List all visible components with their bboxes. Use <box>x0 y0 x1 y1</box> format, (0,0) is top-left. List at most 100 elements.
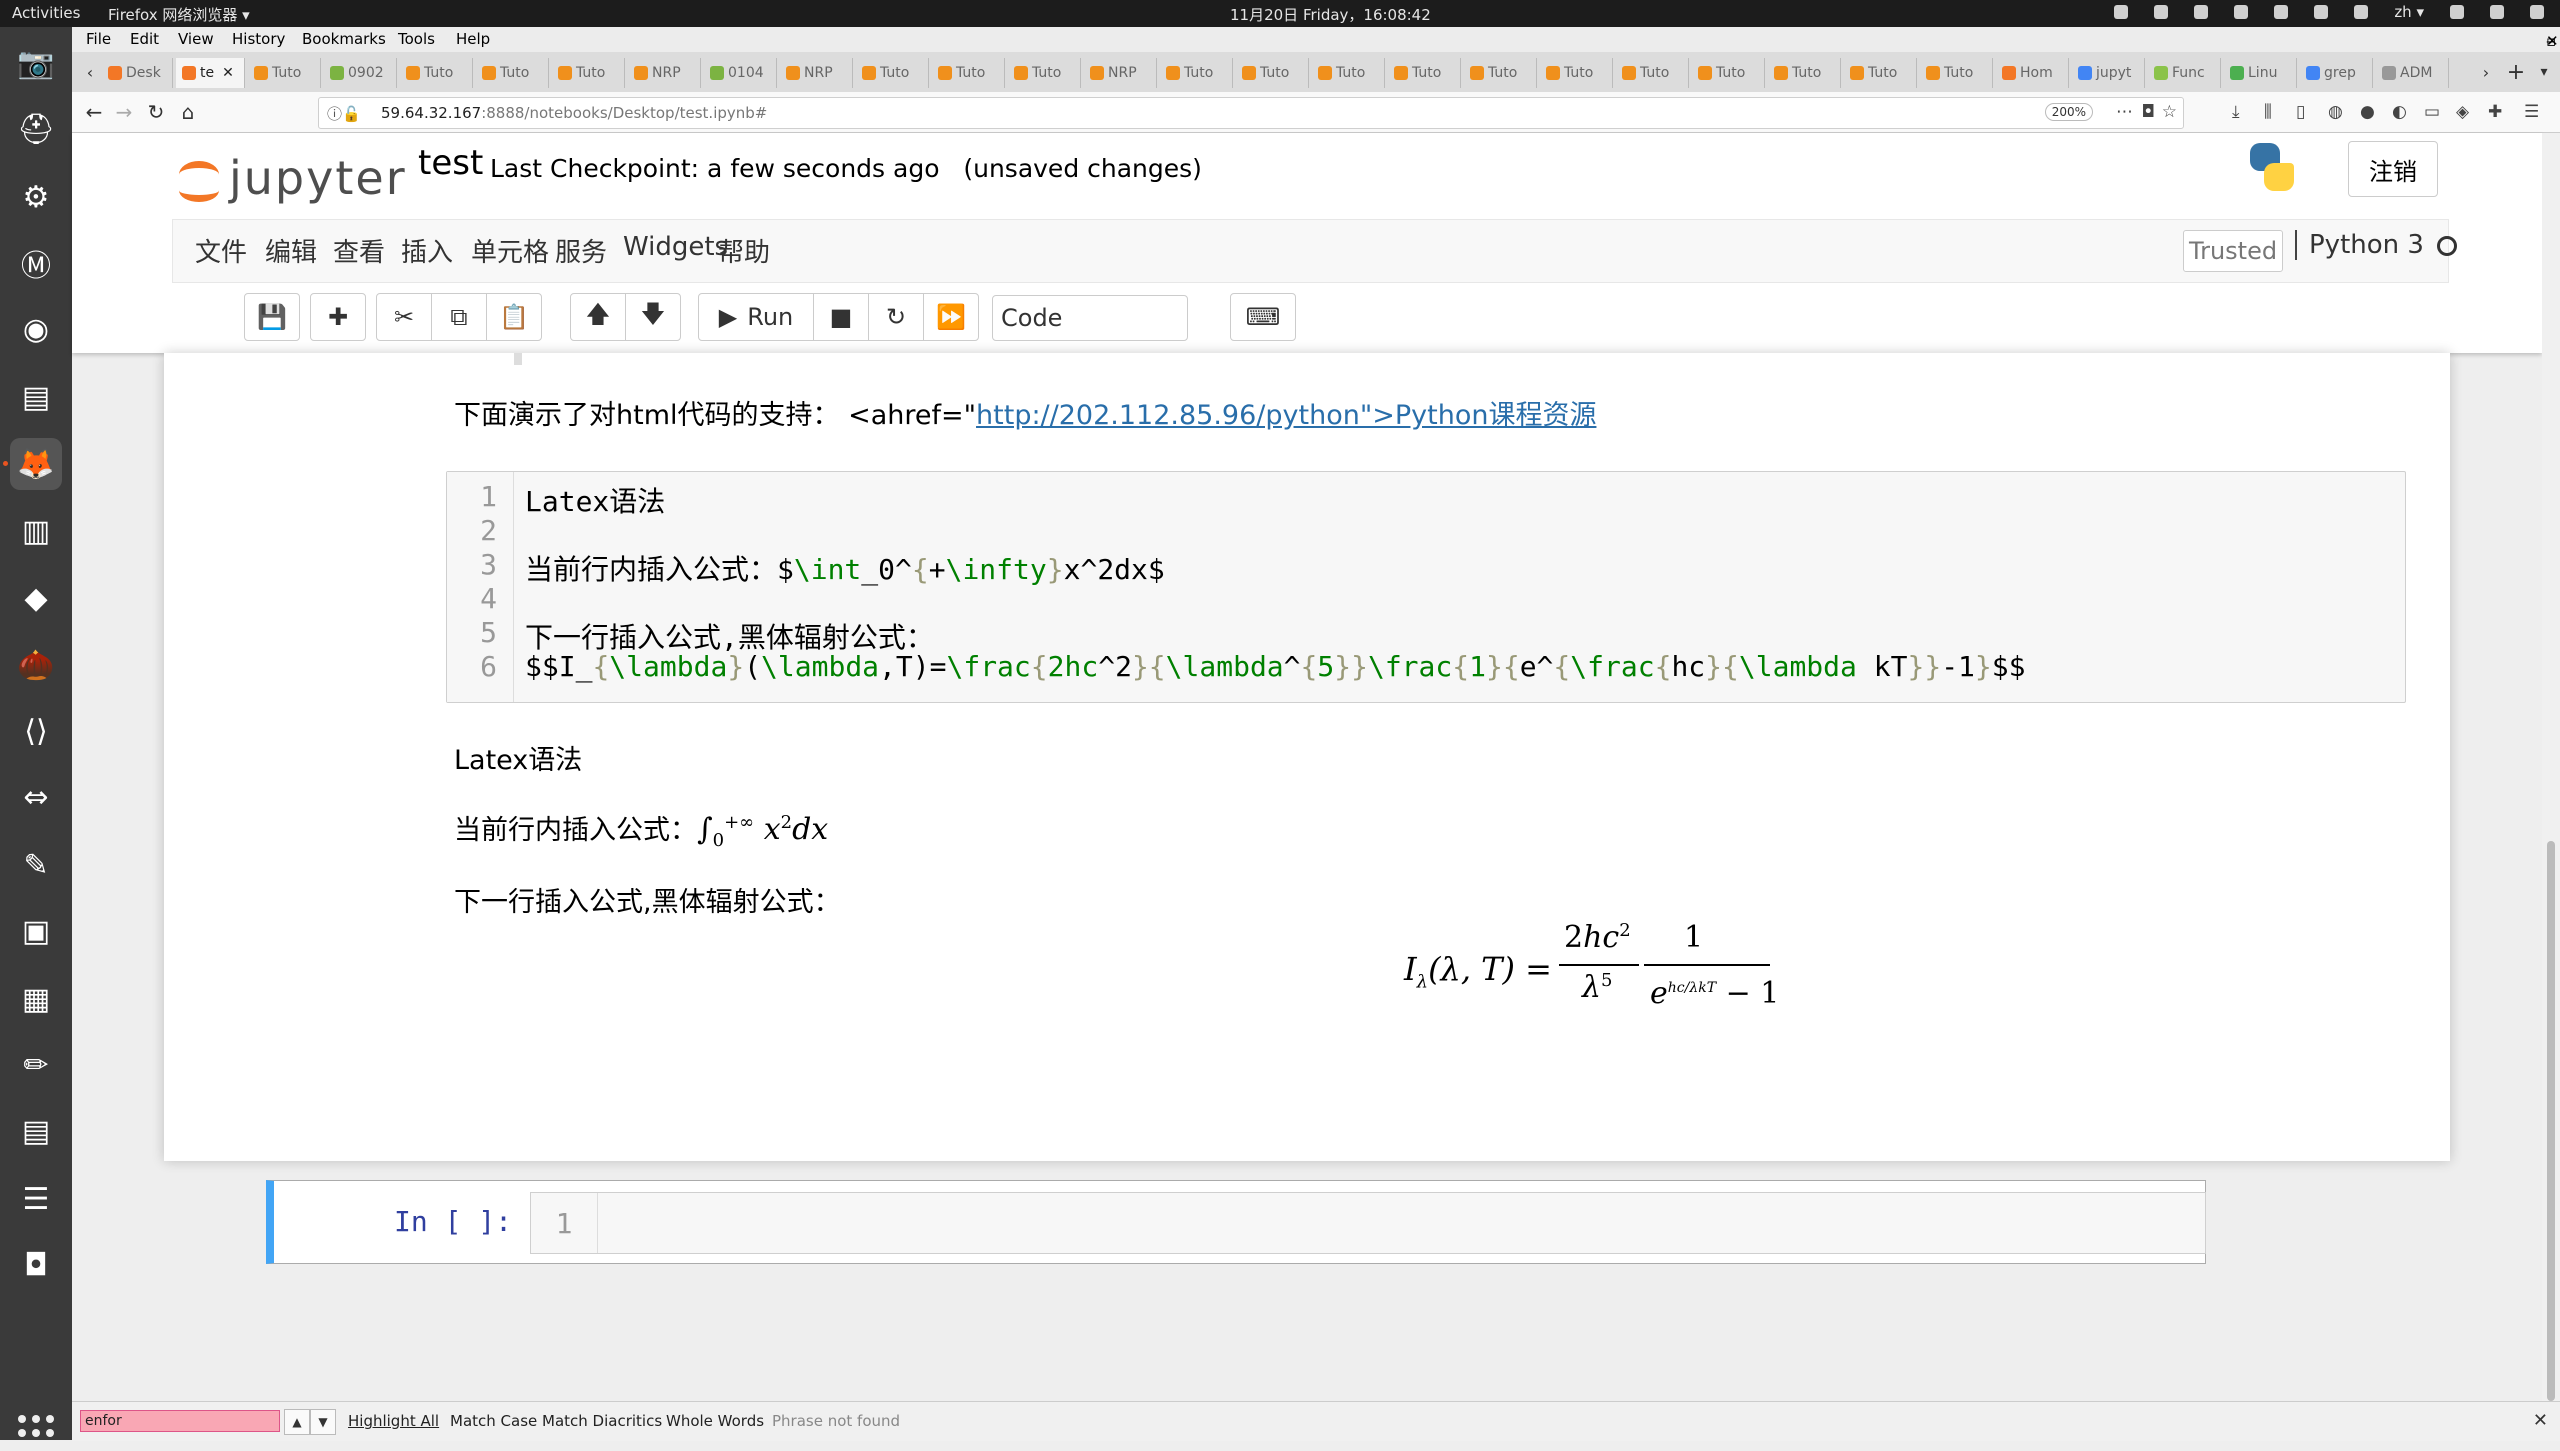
browser-tab[interactable]: Tuto <box>1768 58 1841 88</box>
browser-tab[interactable]: te ✕ <box>176 58 245 88</box>
browser-tab[interactable]: Tuto <box>1920 58 1993 88</box>
dock-disk-icon[interactable]: ◘ <box>10 1239 62 1291</box>
menu-help[interactable]: Help <box>456 30 490 48</box>
forward-icon[interactable]: → <box>110 98 138 126</box>
menu-view[interactable]: View <box>178 30 214 48</box>
dock-vscode-icon[interactable]: ⟨⟩ <box>10 705 62 757</box>
whole-words-option[interactable]: Whole Words <box>666 1412 764 1430</box>
url-text[interactable]: 59.64.32.167:8888/notebooks/Desktop/test… <box>381 104 767 122</box>
empty-code-cell[interactable]: In [ ]: 1 <box>266 1180 2206 1264</box>
menu-view-cn[interactable]: 查看 <box>333 232 385 269</box>
browser-tab[interactable]: Tuto <box>1692 58 1765 88</box>
dock-files-icon[interactable]: ▤ <box>10 371 62 423</box>
tab-list-icon[interactable]: ▾ <box>2530 58 2558 86</box>
find-input[interactable]: enfor <box>80 1410 280 1432</box>
menu-cell-cn[interactable]: 单元格 <box>471 232 549 269</box>
browser-tab[interactable]: Hom <box>1996 58 2069 88</box>
logout-button[interactable]: 注销 <box>2348 141 2438 197</box>
dock-document-icon[interactable]: ▥ <box>10 505 62 557</box>
address-bar[interactable]: ⓘ🔓 59.64.32.167:8888/notebooks/Desktop/t… <box>318 97 2184 129</box>
find-next-icon[interactable]: ▼ <box>310 1409 336 1435</box>
insecure-lock-icon[interactable]: ⓘ🔓 <box>327 103 361 124</box>
chat-icon[interactable] <box>2274 5 2289 19</box>
keyboard-icon[interactable] <box>2114 5 2129 19</box>
browser-tab[interactable]: ADM <box>2376 58 2449 88</box>
find-previous-icon[interactable]: ▲ <box>284 1409 310 1435</box>
dock-acorn-icon[interactable]: 🌰 <box>10 639 62 691</box>
menu-insert-cn[interactable]: 插入 <box>401 232 453 269</box>
restart-icon[interactable]: ↻ <box>868 293 924 341</box>
command-palette-keyboard-icon[interactable]: ⌨ <box>1230 293 1296 341</box>
bluetooth-icon[interactable] <box>2354 5 2369 19</box>
menu-edit[interactable]: Edit <box>130 30 159 48</box>
browser-tab[interactable]: Tuto <box>552 58 625 88</box>
menu-bookmarks[interactable]: Bookmarks <box>302 30 386 48</box>
account-icon[interactable]: ◍ <box>2328 102 2343 122</box>
paste-icon[interactable]: 📋 <box>486 293 542 341</box>
dock-teamviewer-icon[interactable]: ⇔ <box>10 771 62 823</box>
browser-tab[interactable]: Tuto <box>476 58 549 88</box>
menu-widgets[interactable]: Widgets <box>623 232 728 262</box>
scrollbar-thumb[interactable] <box>2547 841 2555 1401</box>
browser-tab[interactable]: Tuto <box>1844 58 1917 88</box>
code-input-area[interactable]: 1 <box>530 1192 2206 1254</box>
close-find-bar-icon[interactable]: ✕ <box>2533 1410 2548 1431</box>
browser-tab[interactable]: 0902 <box>324 58 397 88</box>
browser-tab[interactable]: Tuto <box>1008 58 1081 88</box>
browser-tab[interactable]: Desk <box>102 58 173 88</box>
library-icon[interactable]: ⫼ <box>2264 102 2272 122</box>
home-icon[interactable]: ⌂ <box>174 98 202 126</box>
menu-file[interactable]: File <box>86 30 111 48</box>
menu-history[interactable]: History <box>232 30 285 48</box>
app-indicator-icon[interactable] <box>2314 5 2329 19</box>
browser-tab[interactable]: Tuto <box>400 58 473 88</box>
dock-text-editor-icon[interactable]: ✏ <box>10 1039 62 1091</box>
tab-scroll-right-icon[interactable]: › <box>2472 58 2500 86</box>
dock-pdf-icon[interactable]: ✎ <box>10 839 62 891</box>
extension-puzzle-icon[interactable]: ✚ <box>2488 102 2502 122</box>
browser-tab[interactable]: Tuto <box>1388 58 1461 88</box>
zoom-level[interactable]: 200% <box>2044 103 2093 121</box>
move-down-icon[interactable]: 🡇 <box>625 293 681 341</box>
show-applications-icon[interactable] <box>18 1415 54 1451</box>
page-scrollbar[interactable] <box>2542 133 2560 1401</box>
browser-tab[interactable]: 0104 <box>704 58 777 88</box>
python-resources-link[interactable]: http://202.112.85.96/python">Python课程资源 <box>976 400 1596 431</box>
jupyter-logo[interactable]: jupyter <box>177 151 407 205</box>
app-menu[interactable]: Firefox 网络浏览器 ▾ <box>108 4 250 25</box>
browser-tab[interactable]: Tuto <box>1616 58 1689 88</box>
menu-help-cn[interactable]: 帮助 <box>718 232 770 269</box>
dock-mendeley-icon[interactable]: Ⓜ <box>10 237 62 289</box>
new-tab-icon[interactable]: + <box>2502 58 2530 86</box>
dock-writer-icon[interactable]: ▤ <box>10 1105 62 1157</box>
browser-tab[interactable]: Tuto <box>1540 58 1613 88</box>
menu-kernel-cn[interactable]: 服务 <box>555 232 607 269</box>
browser-tab[interactable]: NRP <box>780 58 853 88</box>
trusted-indicator[interactable]: Trusted <box>2183 230 2283 272</box>
network-icon[interactable] <box>2450 5 2464 19</box>
volume-icon[interactable] <box>2490 5 2504 19</box>
run-button[interactable]: ▶ Run <box>698 293 814 341</box>
dock-screenshot-icon[interactable]: 📷 <box>10 37 62 89</box>
menu-file-cn[interactable]: 文件 <box>195 232 247 269</box>
browser-tab[interactable]: Tuto <box>248 58 321 88</box>
browser-tab[interactable]: NRP <box>628 58 701 88</box>
dock-terminal-icon[interactable]: ▣ <box>10 905 62 957</box>
interrupt-icon[interactable]: ■ <box>813 293 869 341</box>
menu-edit-cn[interactable]: 编辑 <box>265 232 317 269</box>
kernel-name[interactable]: Python 3 <box>2295 230 2424 260</box>
match-diacritics-option[interactable]: Match Diacritics <box>542 1412 662 1430</box>
extension-leaf-icon[interactable]: ◐ <box>2392 102 2407 122</box>
browser-tab[interactable]: Linu <box>2224 58 2297 88</box>
hamburger-menu-icon[interactable]: ☰ <box>2524 102 2539 122</box>
browser-tab[interactable]: jupyt <box>2072 58 2145 88</box>
sidebar-icon[interactable]: ▯ <box>2296 102 2305 122</box>
bookmark-star-icon[interactable]: ☆ <box>2162 102 2177 122</box>
save-icon[interactable]: 💾 <box>244 293 300 341</box>
dock-pin-icon[interactable]: ◆ <box>10 572 62 624</box>
dock-spreadsheet-icon[interactable]: ▦ <box>10 973 62 1025</box>
highlight-all-option[interactable]: Highlight All <box>348 1412 439 1430</box>
menu-tools[interactable]: Tools <box>398 30 435 48</box>
close-window-icon[interactable]: ✕ <box>2546 32 2559 50</box>
dock-firefox-icon[interactable]: 🦊 <box>10 438 62 490</box>
